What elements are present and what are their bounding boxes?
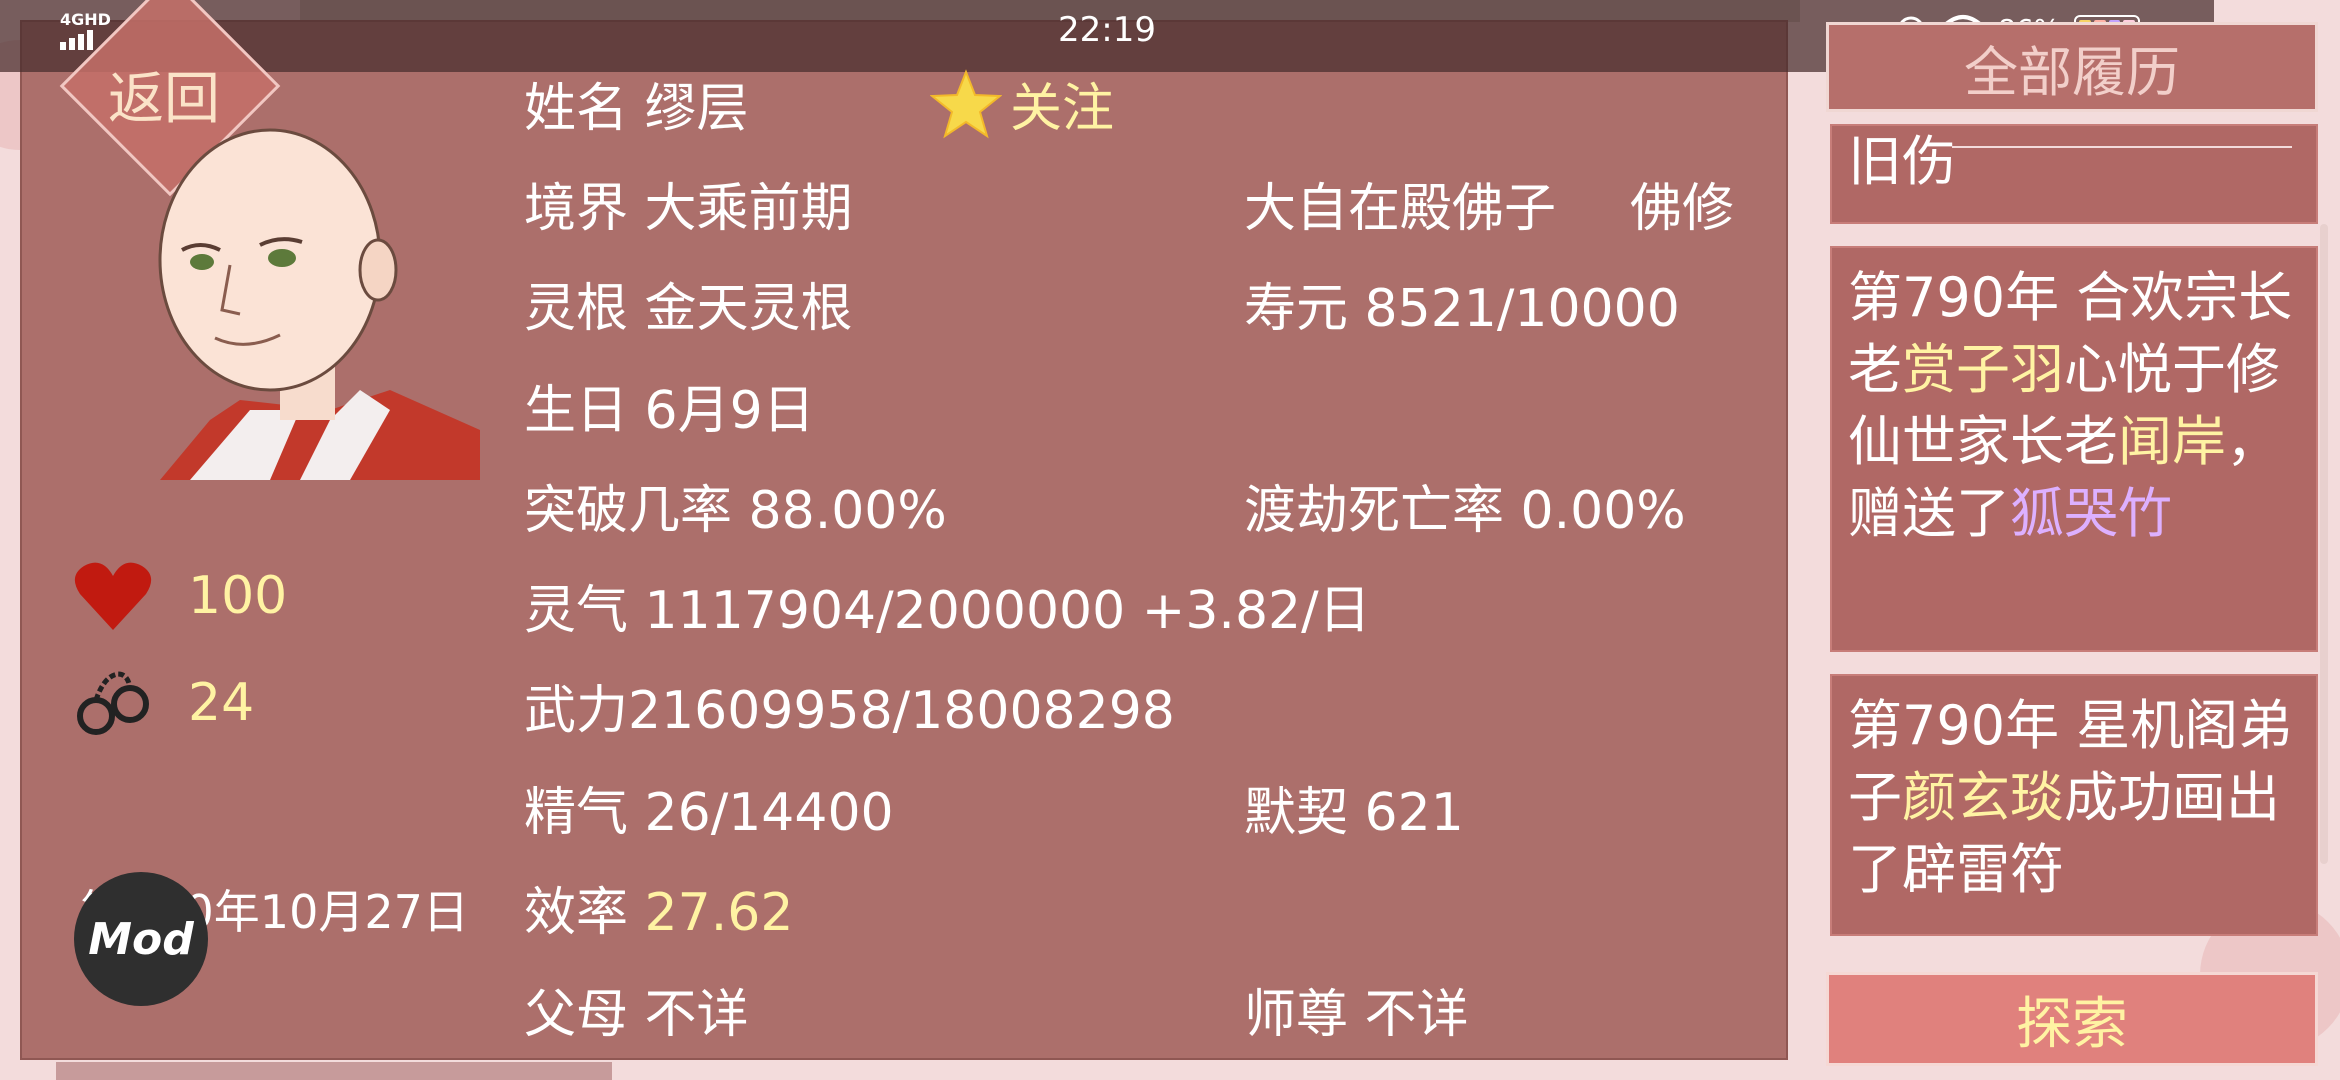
status-time: 22:19 <box>1058 10 1156 50</box>
master-field: 师尊 不详 <box>1244 985 1469 1045</box>
follow-button[interactable]: 关注 <box>930 66 1114 141</box>
bonds-value: 24 <box>188 673 255 733</box>
follow-label[interactable]: 关注 <box>1010 66 1114 141</box>
history-person-name[interactable]: 闻岸 <box>2118 410 2226 473</box>
handcuffs-icon <box>77 671 149 735</box>
character-portrait <box>158 128 480 480</box>
health-value: 100 <box>188 566 288 626</box>
essence-field: 精气 26/14400 <box>524 783 894 843</box>
history-scrollbar[interactable] <box>2320 224 2328 864</box>
identity-field: 大自在殿佛子 <box>1244 179 1557 239</box>
history-person-name[interactable]: 赏子羽 <box>1902 338 2064 401</box>
parents-field: 父母 不详 <box>524 985 749 1045</box>
signal-icon <box>60 30 96 50</box>
history-card: 第790年 星机阁弟子颜玄琰成功画出了辟雷符 <box>1830 674 2318 936</box>
tribulation-field: 渡劫死亡率 0.00% <box>1244 481 1686 541</box>
breakthrough-field: 突破几率 88.00% <box>524 481 947 541</box>
history-card: 旧伤 <box>1830 124 2318 224</box>
bonds-row: 24 <box>74 666 254 740</box>
name-field: 姓名 缪层 <box>524 79 749 139</box>
efficiency-value: 27.62 <box>644 883 794 943</box>
qi-field: 灵气 1117904/2000000 +3.82/日 <box>524 581 1371 641</box>
all-history-tab[interactable]: 全部履历 <box>1826 22 2318 112</box>
network-label: 4GHD <box>60 10 111 29</box>
history-card-text: 旧伤 <box>1848 130 1956 193</box>
history-card: 第790年 合欢宗长老赏子羽心悦于修仙世家长老闻岸，赠送了狐哭竹 <box>1830 246 2318 652</box>
tacit-field: 默契 621 <box>1244 783 1464 843</box>
divider <box>1952 146 2292 148</box>
star-icon <box>930 68 1002 138</box>
spirit-root-field: 灵根 金天灵根 <box>524 279 853 339</box>
realm-field: 境界 大乘前期 <box>524 179 853 239</box>
bottom-bar <box>56 1062 612 1080</box>
force-field: 武力21609958/18008298 <box>524 681 1175 741</box>
efficiency-label: 效率 <box>524 883 629 943</box>
history-item-name[interactable]: 狐哭竹 <box>2010 482 2172 545</box>
lifespan-field: 寿元 8521/10000 <box>1244 279 1680 339</box>
history-person-name[interactable]: 颜玄琰 <box>1902 766 2064 829</box>
explore-button[interactable]: 探索 <box>1826 972 2318 1066</box>
birthday-field: 生日 6月9日 <box>524 381 815 441</box>
heart-icon <box>74 562 152 630</box>
mod-button[interactable]: Mod <box>74 872 208 1006</box>
health-row: 100 <box>74 560 287 632</box>
efficiency-field: 效率 27.62 <box>524 870 793 945</box>
school-field: 佛修 <box>1630 179 1735 239</box>
